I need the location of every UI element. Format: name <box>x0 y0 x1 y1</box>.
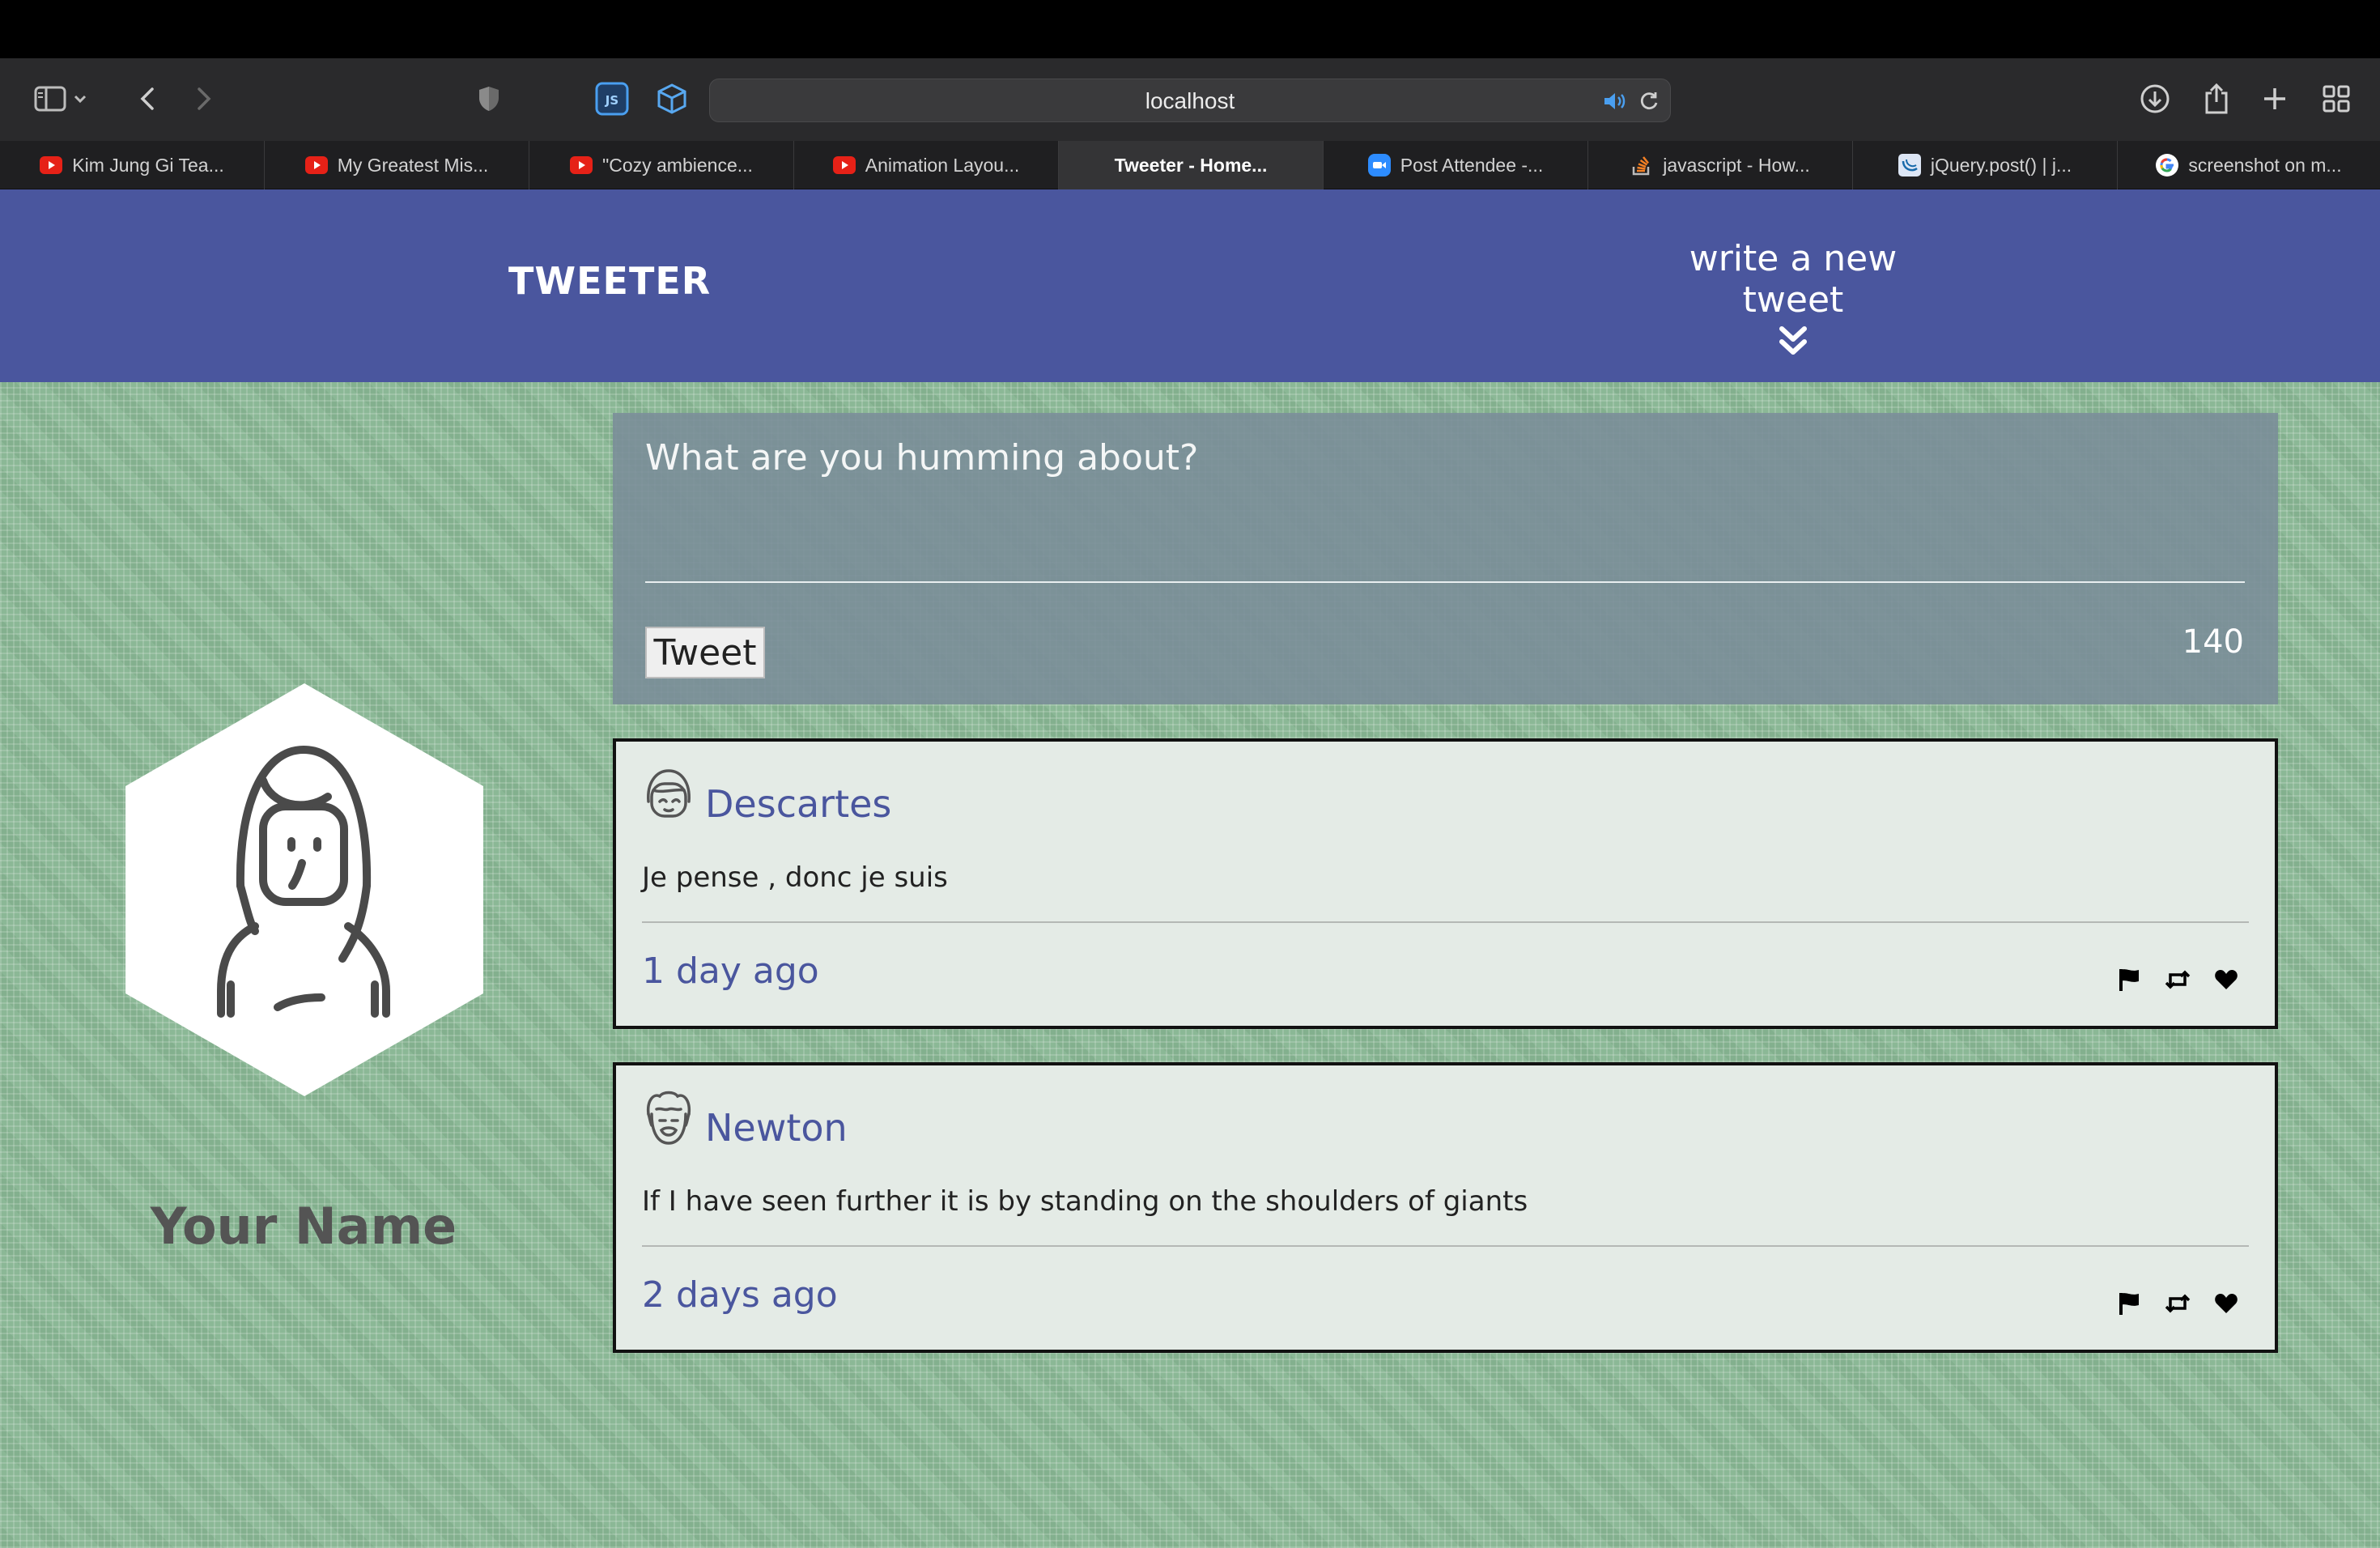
tab-google[interactable]: screenshot on m... <box>2118 141 2380 189</box>
write-new-tweet-label: write a new tweet <box>1689 238 1898 321</box>
profile-avatar <box>125 683 483 1096</box>
heart-icon[interactable] <box>2213 967 2239 993</box>
shield-icon[interactable] <box>463 73 515 125</box>
tab-tweeter-active[interactable]: Tweeter - Home... <box>1059 141 1324 189</box>
youtube-icon <box>304 156 328 174</box>
heart-icon[interactable] <box>2213 1291 2239 1316</box>
reload-icon[interactable] <box>1636 88 1662 114</box>
character-counter: 140 <box>2182 623 2244 661</box>
site-nav: TWEETER write a new tweet <box>0 189 2380 382</box>
user-avatar-icon <box>647 769 691 818</box>
double-chevron-down-icon <box>1779 326 1807 355</box>
youtube-icon <box>570 156 593 174</box>
tab-youtube-3[interactable]: "Cozy ambience... <box>529 141 794 189</box>
write-new-tweet-toggle[interactable]: write a new tweet <box>1651 238 1935 358</box>
tweet-author[interactable]: Descartes <box>705 782 891 826</box>
tweet-submit-button[interactable]: Tweet <box>645 627 765 678</box>
tab-label: screenshot on m... <box>2188 154 2342 176</box>
share-icon[interactable] <box>2191 73 2242 125</box>
svg-text:JS: JS <box>605 93 618 108</box>
brand-logo[interactable]: TWEETER <box>508 259 711 303</box>
tweet-text: Je pense , donc je suis <box>642 861 948 894</box>
profile-name: Your Name <box>150 1197 457 1256</box>
tweet-divider <box>642 921 2249 923</box>
tweet-actions <box>2116 1291 2239 1316</box>
chevron-down-icon[interactable] <box>68 73 92 125</box>
tweet-card: Descartes Je pense , donc je suis 1 day … <box>613 738 2278 1029</box>
new-tweet-form <box>613 413 2278 704</box>
audio-playing-icon[interactable] <box>1602 88 1628 114</box>
tab-label: Post Attendee -... <box>1400 154 1544 176</box>
new-tab-icon[interactable] <box>2249 73 2301 125</box>
retweet-icon[interactable] <box>2165 967 2191 993</box>
tweet-card: Newton If I have seen further it is by s… <box>613 1062 2278 1353</box>
tweet-actions <box>2116 967 2239 993</box>
stackoverflow-icon <box>1630 154 1653 176</box>
tab-label: Kim Jung Gi Tea... <box>72 154 224 176</box>
youtube-icon <box>40 156 63 174</box>
tab-jquery[interactable]: jQuery.post() | j... <box>1853 141 2118 189</box>
youtube-icon <box>832 156 856 174</box>
tweet-timestamp: 2 days ago <box>642 1274 838 1316</box>
back-icon[interactable] <box>121 73 173 125</box>
tab-overview-icon[interactable] <box>2310 73 2362 125</box>
retweet-icon[interactable] <box>2165 1291 2191 1316</box>
tab-label: Animation Layou... <box>865 154 1020 176</box>
tab-label: "Cozy ambience... <box>602 154 753 176</box>
url-text[interactable]: localhost <box>710 79 1670 123</box>
address-bar[interactable]: localhost <box>709 79 1671 122</box>
tab-stackoverflow[interactable]: javascript - How... <box>1588 141 1853 189</box>
tweet-text: If I have seen further it is by standing… <box>642 1185 1528 1218</box>
tab-youtube-2[interactable]: My Greatest Mis... <box>265 141 529 189</box>
forward-icon[interactable] <box>178 73 230 125</box>
tab-youtube-4[interactable]: Animation Layou... <box>794 141 1059 189</box>
tweet-author[interactable]: Newton <box>705 1106 848 1150</box>
tab-label: My Greatest Mis... <box>337 154 489 176</box>
zoom-icon <box>1367 154 1391 176</box>
tab-label: Tweeter - Home... <box>1114 154 1268 176</box>
user-avatar-icon <box>646 1091 691 1145</box>
tweet-timestamp: 1 day ago <box>642 950 819 992</box>
screen-top-bar <box>0 0 2380 58</box>
tab-zoom[interactable]: Post Attendee -... <box>1324 141 1588 189</box>
flag-icon[interactable] <box>2116 967 2142 993</box>
flag-icon[interactable] <box>2116 1291 2142 1316</box>
google-icon <box>2156 154 2179 176</box>
tab-strip: Kim Jung Gi Tea... My Greatest Mis... "C… <box>0 141 2380 189</box>
tweet-text-input[interactable] <box>645 437 2245 583</box>
tab-label: jQuery.post() | j... <box>1930 154 2072 176</box>
tab-youtube-1[interactable]: Kim Jung Gi Tea... <box>0 141 265 189</box>
downloads-icon[interactable] <box>2129 73 2181 125</box>
jquery-icon <box>1898 154 1921 176</box>
cube-extension-icon[interactable] <box>646 73 698 125</box>
tweet-divider <box>642 1245 2249 1247</box>
tab-label: javascript - How... <box>1663 154 1810 176</box>
js-extension-icon[interactable]: JS <box>586 73 638 125</box>
